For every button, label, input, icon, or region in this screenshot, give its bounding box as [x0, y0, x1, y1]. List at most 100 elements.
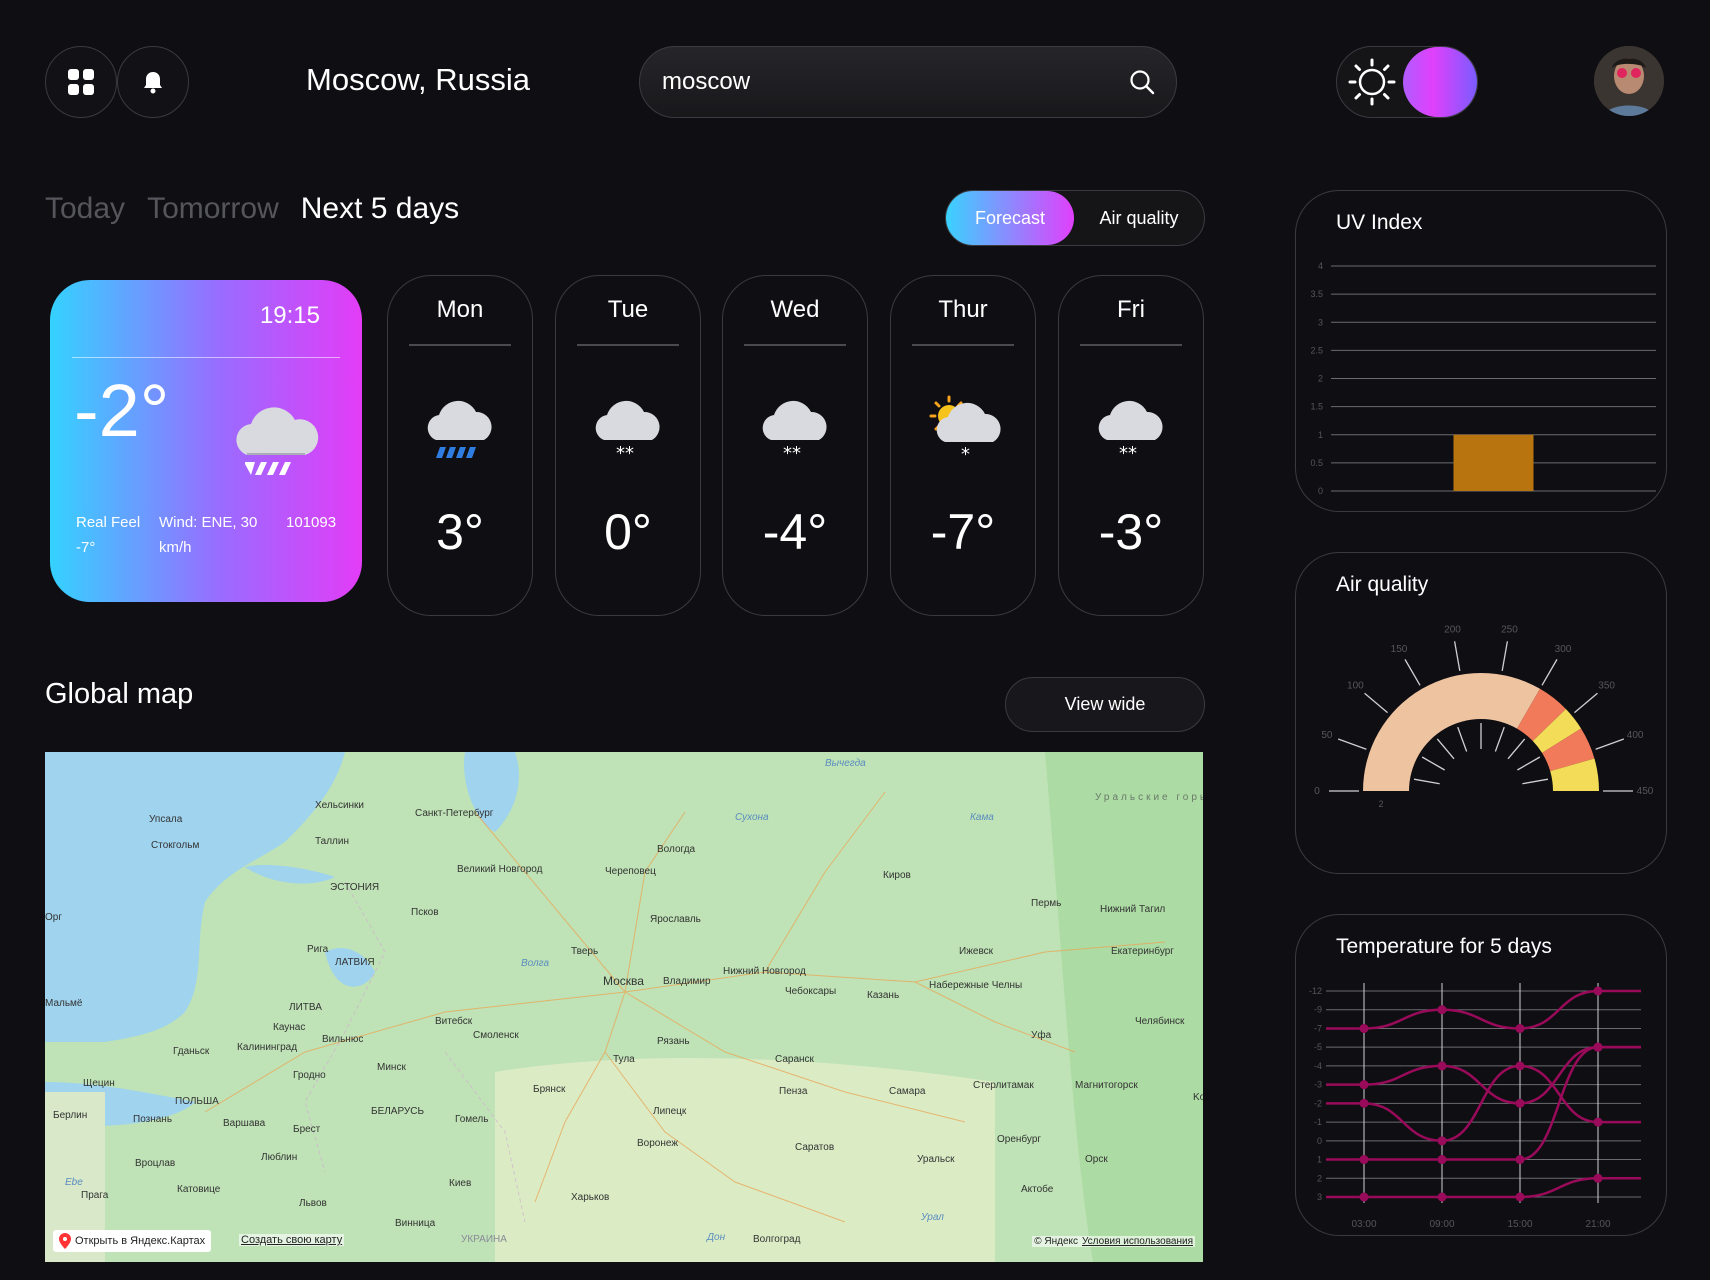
- current-time: 19:15: [259, 302, 320, 329]
- temp-x-label: 03:00: [1351, 1219, 1376, 1230]
- day-card-thur[interactable]: Thur * -7°: [890, 275, 1036, 616]
- map-label: Витебск: [435, 1016, 473, 1027]
- search-input[interactable]: [660, 67, 1128, 97]
- temp-tick-label: -12: [1309, 986, 1322, 996]
- gauge-major-tick: [1595, 738, 1625, 750]
- map-label: Магнитогорск: [1075, 1080, 1138, 1091]
- day-temp: -7°: [930, 504, 996, 560]
- map-label: Вологда: [657, 844, 696, 855]
- toggle-knob[interactable]: [1403, 47, 1477, 117]
- forecast-button[interactable]: Forecast: [946, 191, 1074, 245]
- temp-tick-label: -7: [1314, 1023, 1322, 1033]
- tab-tomorrow[interactable]: Tomorrow: [147, 192, 279, 226]
- wind-info: Wind: ENE, 30 km/h: [159, 514, 258, 556]
- day-card-wed[interactable]: Wed ** -4°: [722, 275, 868, 616]
- open-yandex-label: Открыть в Яндекс.Картах: [75, 1235, 206, 1247]
- temp-point: [1593, 986, 1603, 996]
- gauge-tick-label: 300: [1555, 644, 1572, 655]
- terms-link[interactable]: Условия использования: [1082, 1236, 1193, 1247]
- day-divider: [577, 344, 679, 346]
- open-yandex-button[interactable]: Открыть в Яндекс.Картах: [53, 1230, 212, 1252]
- real-feel: Real Feel -7°: [76, 514, 141, 556]
- gauge-minor-tick: [1522, 778, 1549, 785]
- temp-point: [1437, 1005, 1447, 1015]
- global-map[interactable]: Хельсинки Санкт-Петербург Таллин Упсала …: [45, 752, 1203, 1262]
- rain-cloud-icon: [236, 407, 319, 475]
- map-label: УКРАИНА: [461, 1234, 507, 1245]
- map-label: Варшава: [223, 1118, 266, 1129]
- map-label: Вильнюс: [322, 1034, 364, 1045]
- day-card-tue[interactable]: Tue ** 0°: [555, 275, 701, 616]
- uv-chart: 4 3.5 3 2.5 2 1.5 1 0.5 0: [1310, 261, 1656, 496]
- day-name: Thur: [938, 296, 988, 323]
- temp-series-line: [1326, 1045, 1641, 1105]
- temp-tick-label: -4: [1314, 1061, 1322, 1071]
- theme-toggle[interactable]: [1336, 46, 1478, 118]
- map-label: Гданьск: [173, 1046, 210, 1057]
- uv-tick-label: 1: [1318, 430, 1323, 440]
- map-label: Познань: [133, 1114, 173, 1125]
- sun-snow-cloud-icon: *: [929, 395, 1001, 465]
- search-icon[interactable]: [1128, 68, 1156, 96]
- location-title: Moscow, Russia: [306, 62, 530, 97]
- map-label: Минск: [377, 1062, 406, 1073]
- map-pin-icon: [59, 1233, 71, 1249]
- map-label: Вычегда: [825, 758, 866, 769]
- map-label: Тула: [613, 1054, 635, 1065]
- day-divider: [744, 344, 846, 346]
- notifications-button[interactable]: [117, 46, 189, 118]
- sun-icon: [1348, 58, 1396, 106]
- search-bar[interactable]: [639, 46, 1177, 118]
- svg-text:**: **: [783, 443, 801, 464]
- map-label: Уфа: [1031, 1030, 1052, 1041]
- temp-tick-label: -5: [1314, 1042, 1322, 1052]
- temp-point: [1437, 1192, 1447, 1202]
- today-divider: [72, 357, 340, 358]
- temp-point: [1515, 1023, 1525, 1033]
- map-label: Ebe: [65, 1177, 83, 1188]
- map-label: Рязань: [657, 1036, 690, 1047]
- gauge-tick-label: 450: [1637, 786, 1654, 797]
- create-map-link[interactable]: Создать свою карту: [239, 1234, 345, 1246]
- apps-button[interactable]: [45, 46, 117, 118]
- temp-point: [1515, 1155, 1525, 1165]
- gauge-tick-label: 350: [1598, 681, 1615, 692]
- map-label: Пермь: [1031, 898, 1062, 909]
- air-quality-button[interactable]: Air quality: [1074, 208, 1204, 229]
- temp-point: [1593, 1117, 1603, 1127]
- gauge-major-tick: [1453, 641, 1461, 671]
- map-label: Набережные Челны: [929, 980, 1023, 991]
- gauge-minor-tick: [1457, 726, 1468, 752]
- map-label: Ижевск: [959, 946, 994, 957]
- map-label: Киров: [883, 870, 911, 881]
- uv-tick-label: 0: [1318, 486, 1323, 496]
- map-label: ПОЛЬША: [175, 1096, 219, 1107]
- temp-tick-label: -3: [1314, 1080, 1322, 1090]
- tab-next-5-days[interactable]: Next 5 days: [301, 192, 459, 226]
- temp-point: [1515, 1061, 1525, 1071]
- map-label: Прага: [81, 1190, 109, 1201]
- avatar[interactable]: [1594, 46, 1664, 116]
- gauge-tick-label: 250: [1501, 624, 1518, 635]
- tab-today[interactable]: Today: [45, 192, 125, 226]
- gauge-minor-tick: [1494, 726, 1505, 752]
- uv-tick-label: 1.5: [1310, 402, 1323, 412]
- uv-index-card: UV Index 4 3.5 3 2.5 2 1.5 1 0.5 0: [1295, 190, 1667, 512]
- bell-icon: [144, 72, 162, 94]
- day-divider: [912, 344, 1014, 346]
- map-label: Катовице: [177, 1184, 221, 1195]
- uv-bar: [1453, 434, 1534, 491]
- map-label: Липецк: [653, 1106, 687, 1117]
- view-wide-button[interactable]: View wide: [1005, 677, 1205, 732]
- today-card[interactable]: 19:15 -2° Real Feel -7° Wind: ENE, 30 km…: [50, 280, 362, 602]
- map-label: Урал: [921, 1212, 944, 1223]
- map-label: Казань: [867, 990, 900, 1001]
- gauge-tick-label: 0: [1314, 786, 1320, 797]
- grid-icon: [68, 69, 94, 95]
- day-card-mon[interactable]: Mon 3°: [387, 275, 533, 616]
- map-label: Череповец: [605, 866, 656, 877]
- map-label: Стерлитамак: [973, 1080, 1034, 1091]
- map-label: Чебоксары: [785, 986, 837, 997]
- day-card-fri[interactable]: Fri ** -3°: [1058, 275, 1204, 616]
- temp-point: [1359, 1023, 1369, 1033]
